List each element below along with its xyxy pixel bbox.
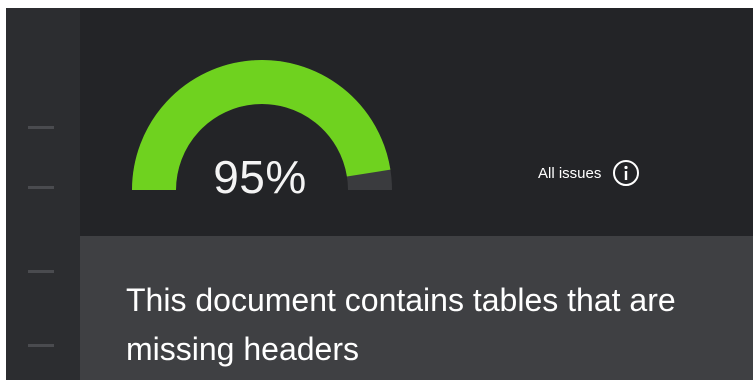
screenshot-stage: 95% All issues This document contains ta…: [0, 0, 753, 380]
score-percentage: 95%: [213, 151, 307, 203]
side-strip: [6, 8, 80, 380]
strip-mark: [28, 344, 54, 347]
strip-mark: [28, 186, 54, 189]
issue-message: This document contains tables that are m…: [126, 282, 676, 367]
info-icon[interactable]: [611, 158, 641, 188]
accessibility-report-panel: 95% All issues This document contains ta…: [6, 8, 753, 380]
strip-mark: [28, 126, 54, 129]
strip-mark: [28, 270, 54, 273]
all-issues-link[interactable]: All issues: [538, 158, 641, 188]
all-issues-label: All issues: [538, 164, 602, 182]
score-panel: 95% All issues: [80, 8, 753, 236]
